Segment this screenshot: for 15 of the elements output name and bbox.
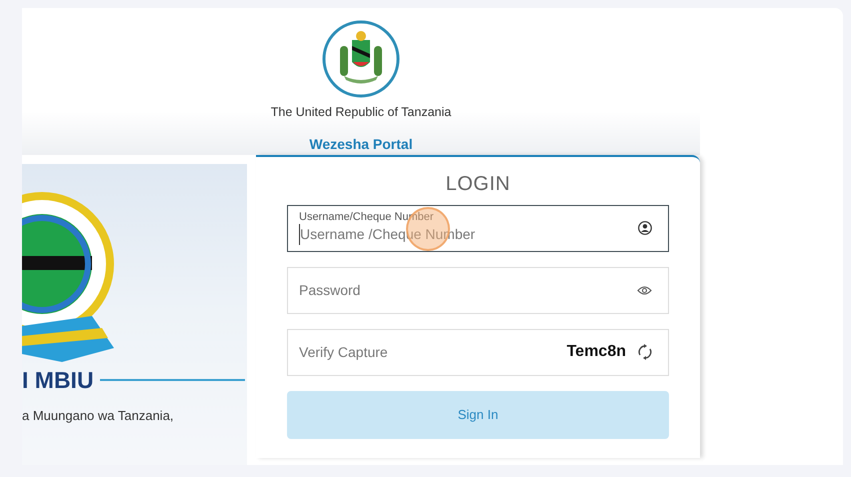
coat-of-arms-icon (322, 20, 400, 98)
banner-heading: I MBIU (22, 368, 94, 392)
captcha-code: Temc8n (566, 342, 626, 362)
password-field[interactable]: Password (287, 266, 669, 314)
password-input[interactable]: Password (299, 280, 637, 301)
captcha-field[interactable]: Verify Capture Temc8n (287, 328, 669, 376)
refresh-icon[interactable] (638, 344, 652, 360)
user-icon (638, 221, 652, 236)
floating-label: Username/Cheque Number (299, 212, 435, 223)
country-name: The United Republic of Tanzania (270, 104, 452, 121)
banner-text: a Muungano wa Tanzania, (22, 406, 175, 425)
portal-title: Wezesha Portal (309, 134, 413, 154)
login-title: LOGIN (446, 172, 510, 197)
captcha-input[interactable]: Verify Capture (299, 342, 567, 363)
eye-icon[interactable] (637, 284, 652, 296)
